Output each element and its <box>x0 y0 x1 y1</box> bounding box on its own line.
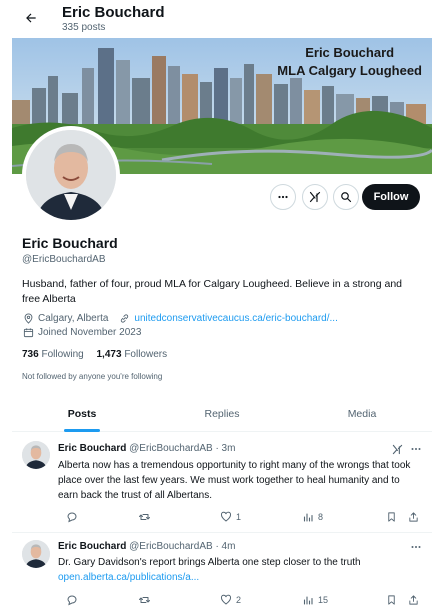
tweet-more-button[interactable] <box>408 541 424 553</box>
repost-icon <box>139 514 150 520</box>
views-count: 15 <box>318 595 329 605</box>
bookmark-icon <box>388 512 395 522</box>
following-link[interactable]: 736 Following <box>22 349 84 360</box>
back-button[interactable] <box>20 7 42 29</box>
views-icon <box>303 596 313 605</box>
tweet-actions: 2 15 <box>58 592 428 608</box>
following-label: Following <box>41 349 84 360</box>
reply-icon <box>67 512 77 523</box>
profile-handle: @EricBouchardAB <box>22 254 106 265</box>
top-bar: Eric Bouchard 335 posts <box>0 0 445 38</box>
tab-posts[interactable]: Posts <box>12 398 152 431</box>
like-count: 2 <box>236 595 242 605</box>
heart-icon <box>220 511 232 522</box>
more-horizontal-icon <box>411 448 421 450</box>
avatar[interactable] <box>22 540 50 568</box>
bookmark-icon <box>388 595 395 605</box>
repost-icon <box>139 597 150 603</box>
follow-counts: 736 Following 1,473 Followers <box>22 349 177 360</box>
grok-icon <box>309 191 321 203</box>
tweet-text: Dr. Gary Davidson's report brings Albert… <box>58 557 361 568</box>
tweet-author-handle[interactable]: @EricBouchardAB <box>129 541 213 552</box>
tweet-actions: 1 8 <box>58 509 428 525</box>
arrow-left-icon <box>26 13 36 23</box>
share-icon <box>409 512 418 522</box>
views-button[interactable]: 15 <box>302 592 328 608</box>
avatar[interactable] <box>22 441 50 469</box>
not-followed-notice: Not followed by anyone you're following <box>22 372 163 381</box>
tab-replies[interactable]: Replies <box>152 398 292 431</box>
more-horizontal-icon <box>411 546 421 548</box>
profile-meta-row: Calgary, Alberta unitedconservativecaucu… <box>22 312 432 324</box>
tweet-header: Eric Bouchard @EricBouchardAB · 3m <box>58 443 235 454</box>
tweet-link[interactable]: open.alberta.ca/publications/a... <box>58 570 418 585</box>
reply-button[interactable] <box>66 592 82 608</box>
followers-link[interactable]: 1,473 Followers <box>97 349 168 360</box>
tab-media[interactable]: Media <box>292 398 432 431</box>
tweet-time[interactable]: · 3m <box>215 443 235 454</box>
tweet-grok-button[interactable] <box>390 442 404 456</box>
bookmark-button[interactable] <box>386 592 401 608</box>
views-button[interactable]: 8 <box>302 509 323 525</box>
tweet[interactable]: Eric Bouchard @EricBouchardAB · 3m Alber… <box>12 433 432 533</box>
followers-count: 1,473 <box>96 349 122 360</box>
tweet-text: Alberta now has a tremendous opportunity… <box>58 460 411 501</box>
search-icon <box>341 192 352 203</box>
avatar-photo <box>26 130 116 220</box>
tweet-content: Dr. Gary Davidson's report brings Albert… <box>58 555 418 585</box>
search-button[interactable] <box>333 184 359 210</box>
tweet-header: Eric Bouchard @EricBouchardAB · 4m <box>58 541 235 552</box>
profile-website-link[interactable]: unitedconservativecaucus.ca/eric-bouchar… <box>134 313 337 324</box>
link-icon <box>118 312 130 324</box>
more-options-button[interactable] <box>270 184 296 210</box>
bookmark-button[interactable] <box>386 509 401 525</box>
tweet[interactable]: Eric Bouchard @EricBouchardAB · 4m Dr. G… <box>12 534 432 615</box>
repost-button[interactable] <box>138 592 155 608</box>
tweet-author-name[interactable]: Eric Bouchard <box>58 541 126 552</box>
grok-button[interactable] <box>302 184 328 210</box>
like-button[interactable]: 1 <box>220 509 241 525</box>
profile-location: Calgary, Alberta <box>38 312 109 324</box>
header-name: Eric Bouchard <box>62 4 165 21</box>
like-button[interactable]: 2 <box>220 592 241 608</box>
profile-name: Eric Bouchard <box>22 235 118 251</box>
tweet-more-button[interactable] <box>408 443 424 455</box>
views-count: 8 <box>318 512 324 522</box>
header-post-count: 335 posts <box>62 22 106 33</box>
banner-caption: Eric Bouchard MLA Calgary Lougheed <box>277 44 422 80</box>
profile-joined-row: Joined November 2023 <box>22 326 141 338</box>
tweet-author-handle[interactable]: @EricBouchardAB <box>129 443 213 454</box>
share-button[interactable] <box>408 592 423 608</box>
followers-label: Followers <box>124 349 168 360</box>
location-pin-icon <box>22 312 34 324</box>
reply-button[interactable] <box>66 509 82 525</box>
more-horizontal-icon <box>278 195 288 199</box>
repost-button[interactable] <box>138 509 155 525</box>
tweet-author-name[interactable]: Eric Bouchard <box>58 443 126 454</box>
following-count: 736 <box>22 349 39 360</box>
follow-button[interactable]: Follow <box>362 184 420 210</box>
grok-icon <box>392 444 402 454</box>
calendar-icon <box>22 326 34 338</box>
banner-line-name: Eric Bouchard <box>305 45 395 60</box>
profile-tabs: Posts Replies Media <box>12 398 432 432</box>
heart-icon <box>220 594 232 605</box>
profile-joined: Joined November 2023 <box>38 326 142 338</box>
banner-line-title: MLA Calgary Lougheed <box>277 63 422 78</box>
tweet-time[interactable]: · 4m <box>215 541 235 552</box>
share-icon <box>409 595 418 605</box>
profile-bio: Husband, father of four, proud MLA for C… <box>22 278 402 305</box>
share-button[interactable] <box>408 509 423 525</box>
like-count: 1 <box>236 512 242 522</box>
reply-icon <box>67 595 77 606</box>
views-icon <box>303 513 313 522</box>
profile-avatar[interactable] <box>22 126 120 224</box>
